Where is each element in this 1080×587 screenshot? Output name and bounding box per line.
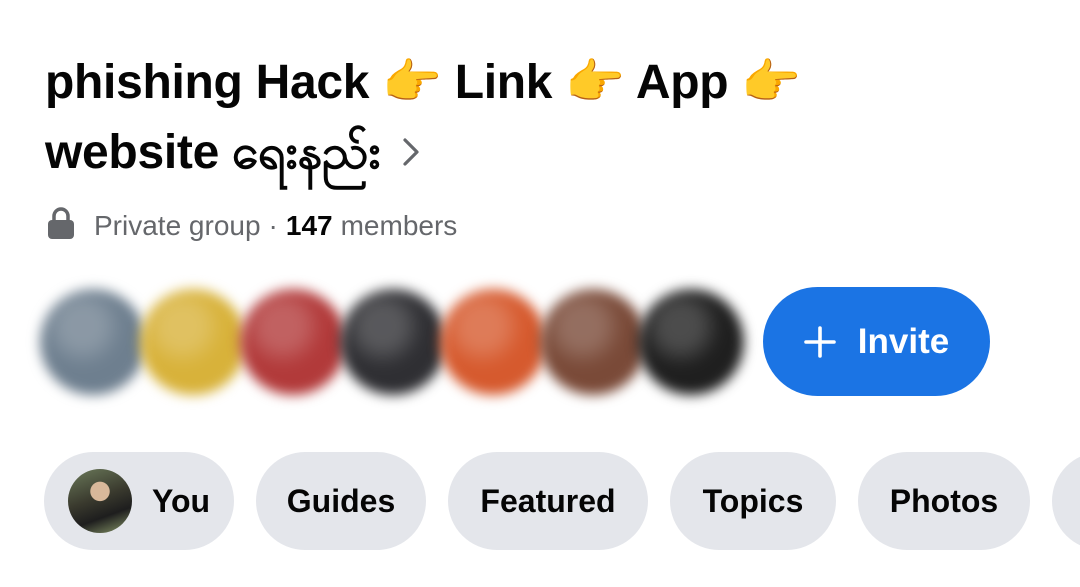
member-avatar-6[interactable] xyxy=(540,289,646,395)
tab-guides[interactable]: Guides xyxy=(256,452,426,550)
tab-featured[interactable]: Featured xyxy=(448,452,648,550)
tab-label: Featured xyxy=(480,482,616,519)
avatar xyxy=(67,469,132,533)
member-avatar-1[interactable] xyxy=(40,289,146,395)
member-count[interactable]: 147 xyxy=(286,210,333,242)
member-avatar-7[interactable] xyxy=(638,289,744,395)
member-avatar-2[interactable] xyxy=(140,289,246,395)
group-title-line-2-wrap: website ရေးနည်း xyxy=(45,118,945,188)
tab-topics[interactable]: Topics xyxy=(670,452,836,550)
lock-icon xyxy=(46,206,76,247)
tab-photos[interactable]: Photos xyxy=(858,452,1030,550)
tab-label: Topics xyxy=(702,482,804,519)
tab-label: Photos xyxy=(889,482,999,519)
privacy-label: Private group xyxy=(94,210,261,241)
chevron-right-icon[interactable] xyxy=(402,117,420,187)
plus-icon xyxy=(803,325,836,358)
group-title[interactable]: phishing Hack 👉 Link 👉 App 👉 website ရေး… xyxy=(45,48,945,188)
tab-label: Guides xyxy=(286,482,396,519)
meta-separator: · xyxy=(268,210,278,241)
member-avatars[interactable] xyxy=(40,282,745,402)
group-meta: Private group · 147 members xyxy=(46,206,458,247)
member-avatar-5[interactable] xyxy=(440,289,546,395)
tab-you[interactable]: You xyxy=(44,452,234,550)
invite-label: Invite xyxy=(857,321,950,361)
group-tabs: You Guides Featured Topics Photos xyxy=(44,452,1080,550)
tab-more[interactable] xyxy=(1052,452,1080,550)
members-word[interactable]: members xyxy=(341,210,458,242)
group-title-line-2: website ရေးနည်း xyxy=(45,126,381,179)
tab-label: You xyxy=(151,482,211,519)
member-avatar-3[interactable] xyxy=(240,289,346,395)
invite-button[interactable]: Invite xyxy=(763,287,990,396)
group-title-line-1: phishing Hack 👉 Link 👉 App 👉 xyxy=(45,56,801,109)
member-avatar-4[interactable] xyxy=(340,289,446,395)
